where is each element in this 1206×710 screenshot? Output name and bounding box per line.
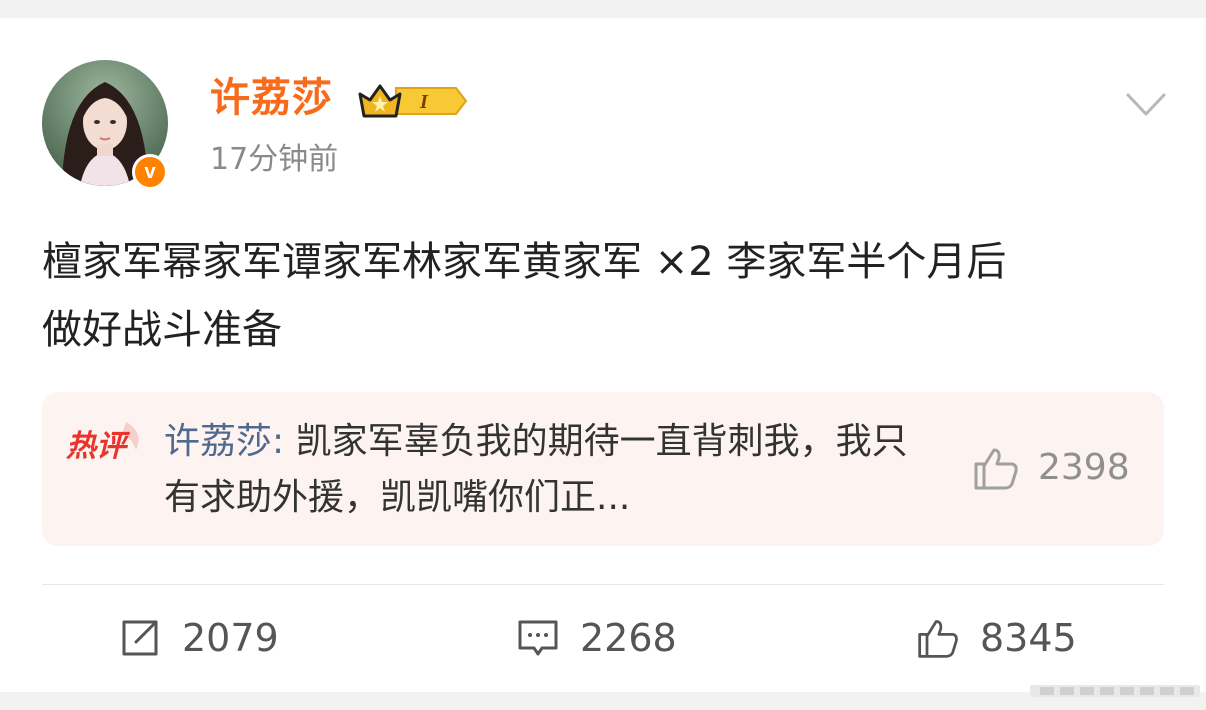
avatar[interactable]: v xyxy=(42,60,168,190)
comment-icon xyxy=(518,620,558,656)
crown-badge-icon[interactable]: I xyxy=(356,78,470,124)
divider xyxy=(42,584,1164,585)
post-text-line-2: 做好战斗准备 xyxy=(42,307,282,353)
repost-button[interactable]: 2079 xyxy=(118,614,279,662)
comment-count: 2268 xyxy=(580,616,677,660)
repost-icon xyxy=(122,620,158,656)
post-timestamp: 17分钟前 xyxy=(210,142,339,177)
watermark xyxy=(1030,681,1200,701)
post-card: v 许荔莎 I 17分钟前 檀家军幂家军谭家军林家军黄家军 ×2 李家军半个月后… xyxy=(0,18,1206,697)
hot-comment-text: 许荔莎: 凯家军辜负我的期待一直背刺我，我只有求助外援，凯凯嘴你们正... xyxy=(164,414,924,526)
thumbs-up-icon xyxy=(918,620,958,658)
svg-text:热评: 热评 xyxy=(66,429,131,464)
post-body: 檀家军幂家军谭家军林家军黄家军 ×2 李家军半个月后 做好战斗准备 xyxy=(42,228,1167,364)
vip-level: I xyxy=(419,91,429,113)
hot-comment-label: 热评 xyxy=(65,416,146,468)
hot-comment-like-count: 2398 xyxy=(1038,447,1130,488)
repost-count: 2079 xyxy=(182,616,279,660)
thumbs-up-icon[interactable] xyxy=(972,444,1020,492)
user-name[interactable]: 许荔莎 xyxy=(210,70,333,126)
like-button[interactable]: 8345 xyxy=(916,614,1077,662)
hot-comment[interactable]: 热评 许荔莎: 凯家军辜负我的期待一直背刺我，我只有求助外援，凯凯嘴你们正...… xyxy=(42,392,1164,546)
hot-comment-author[interactable]: 许荔莎: xyxy=(164,421,284,462)
chevron-down-icon[interactable] xyxy=(1126,92,1166,118)
post-text-line-1: 檀家军幂家军谭家军林家军黄家军 ×2 李家军半个月后 xyxy=(42,239,1007,285)
verified-badge: v xyxy=(132,154,168,190)
like-count: 8345 xyxy=(980,616,1077,660)
comment-button[interactable]: 2268 xyxy=(516,614,677,662)
